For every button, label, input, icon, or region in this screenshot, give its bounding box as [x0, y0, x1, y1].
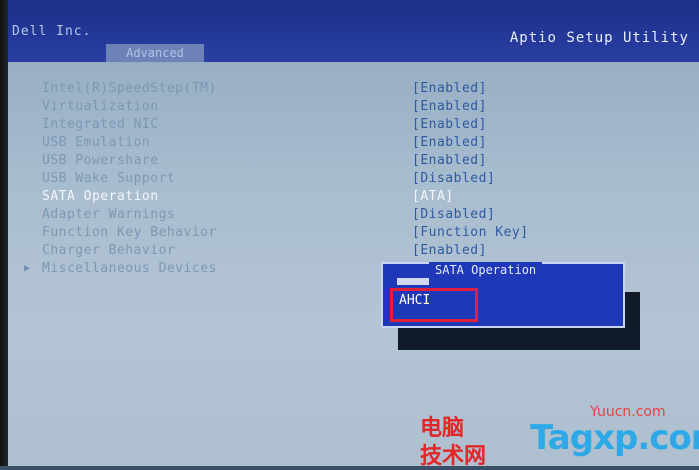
menu-label-usb-emulation[interactable]: USB Emulation	[42, 134, 150, 152]
popup-title: SATA Operation	[429, 262, 543, 278]
highlight-box	[390, 288, 478, 322]
menu-label-usb-powershare[interactable]: USB Powershare	[42, 152, 159, 170]
menu-label-charger-behavior[interactable]: Charger Behavior	[42, 242, 175, 260]
menu-label-speedstep[interactable]: Intel(R)SpeedStep(TM)	[42, 80, 217, 98]
menu-label-adapter-warnings[interactable]: Adapter Warnings	[42, 206, 175, 224]
menu-value-usb-wake-support[interactable]: [Disabled]	[412, 170, 495, 188]
menu-value-sata-operation[interactable]: [ATA]	[412, 188, 454, 206]
menu-value-integrated-nic[interactable]: [Enabled]	[412, 116, 487, 134]
menu-label-miscellaneous-devices[interactable]: Miscellaneous Devices	[42, 260, 217, 278]
menu-value-speedstep[interactable]: [Enabled]	[412, 80, 487, 98]
tab-advanced[interactable]: Advanced	[106, 44, 204, 62]
popup-option-ata-obscured[interactable]	[397, 278, 429, 285]
menu-value-usb-emulation[interactable]: [Enabled]	[412, 134, 487, 152]
menu-label-integrated-nic[interactable]: Integrated NIC	[42, 116, 159, 134]
brand-label: Dell Inc.	[12, 24, 92, 39]
menu-value-charger-behavior[interactable]: [Enabled]	[412, 242, 487, 260]
menu-label-virtualization[interactable]: Virtualization	[42, 98, 159, 116]
menu-value-usb-powershare[interactable]: [Enabled]	[412, 152, 487, 170]
menu-label-function-key-behavior[interactable]: Function Key Behavior	[42, 224, 217, 242]
menu-value-function-key-behavior[interactable]: [Function Key]	[412, 224, 529, 242]
menu-label-sata-operation[interactable]: SATA Operation	[42, 188, 159, 206]
watermark-brand: Tagxp.com	[530, 418, 699, 458]
watermark-cn-line2: 技术网	[420, 444, 487, 469]
utility-title: Aptio Setup Utility	[509, 30, 689, 46]
menu-value-adapter-warnings[interactable]: [Disabled]	[412, 206, 495, 224]
menu-value-virtualization[interactable]: [Enabled]	[412, 98, 487, 116]
submenu-arrow-icon: ▶	[24, 263, 31, 274]
menu-label-usb-wake-support[interactable]: USB Wake Support	[42, 170, 175, 188]
tab-strip: Advanced	[8, 44, 428, 62]
